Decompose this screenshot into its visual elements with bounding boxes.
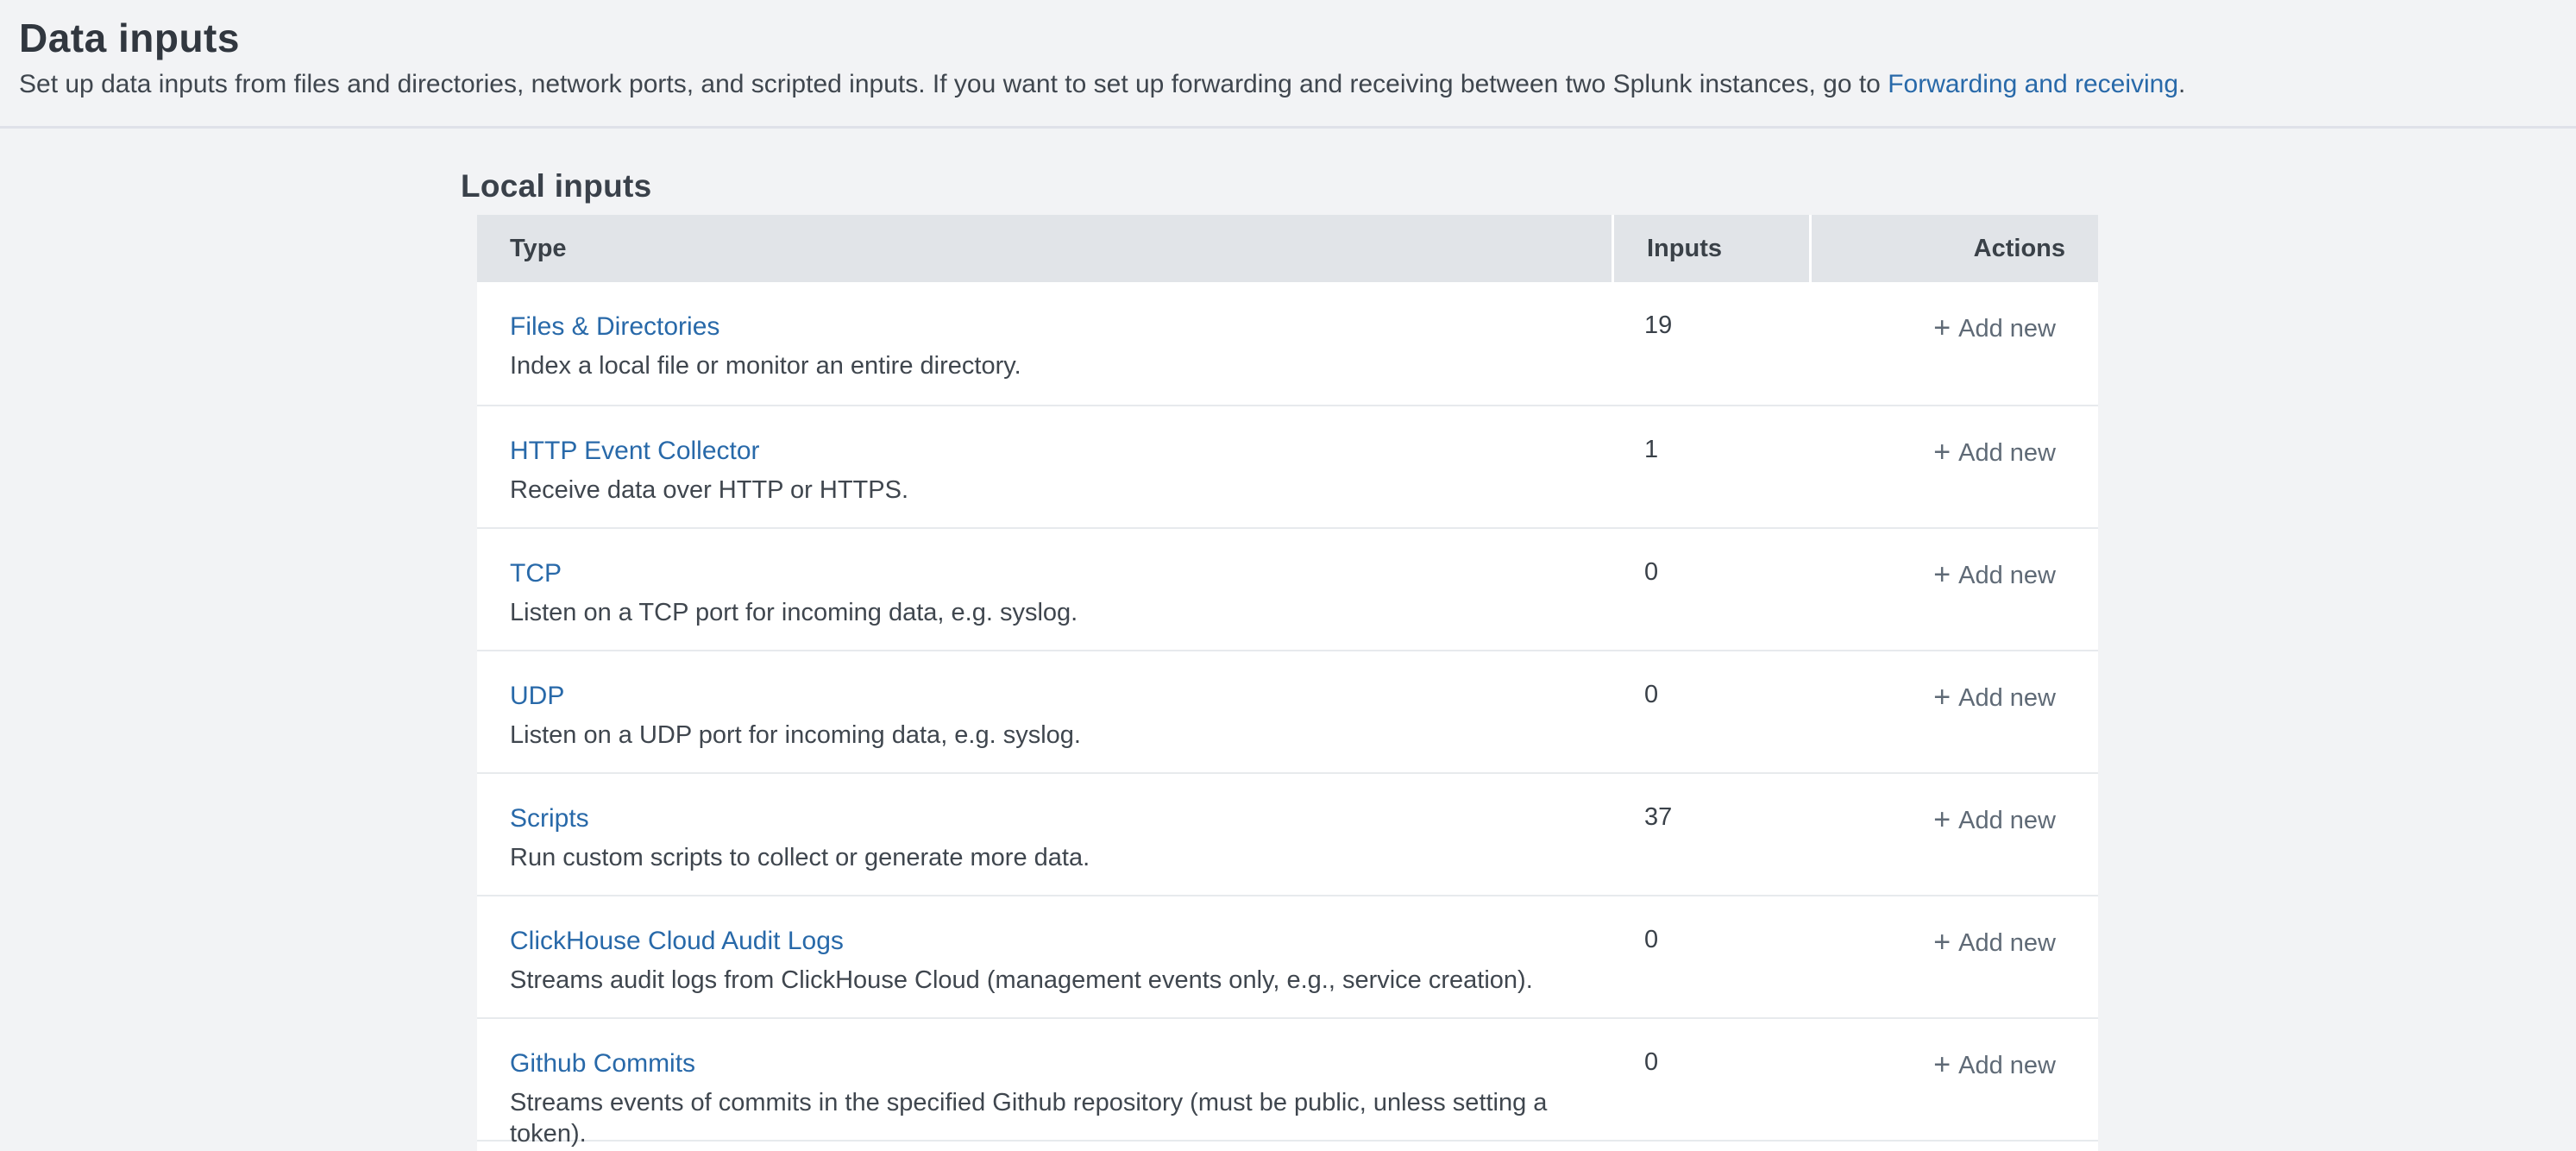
add-new-label: Add new	[1958, 1052, 2056, 1079]
add-new-link[interactable]: +Add new	[1933, 315, 2056, 343]
input-type-link[interactable]: ClickHouse Cloud Audit Logs	[510, 925, 844, 958]
table-body: Files & Directories Index a local file o…	[477, 282, 2098, 1151]
plus-icon: +	[1933, 558, 1951, 591]
input-type-description: Streams audit logs from ClickHouse Cloud…	[510, 965, 1612, 996]
section-title-local-inputs: Local inputs	[461, 167, 2098, 206]
plus-icon: +	[1933, 1048, 1951, 1081]
table-row: Files & Directories Index a local file o…	[477, 282, 2098, 405]
plus-icon: +	[1933, 311, 1951, 344]
type-cell: UDP Listen on a UDP port for incoming da…	[477, 651, 1612, 772]
input-type-description: Streams events of commits in the specifi…	[510, 1087, 1612, 1149]
plus-icon: +	[1933, 926, 1951, 959]
input-type-link[interactable]: UDP	[510, 680, 564, 713]
table-row: UDP Listen on a UDP port for incoming da…	[477, 650, 2098, 772]
add-new-link[interactable]: +Add new	[1933, 562, 2056, 589]
table-row: TCP Listen on a TCP port for incoming da…	[477, 527, 2098, 650]
type-cell: TCP Listen on a TCP port for incoming da…	[477, 529, 1612, 650]
plus-icon: +	[1933, 681, 1951, 714]
type-cell: Files & Directories Index a local file o…	[477, 282, 1612, 405]
page-title: Data inputs	[19, 14, 2555, 62]
add-new-link[interactable]: +Add new	[1933, 807, 2056, 834]
input-type-description: Listen on a TCP port for incoming data, …	[510, 597, 1612, 628]
plus-icon: +	[1933, 803, 1951, 836]
input-type-link[interactable]: Github Commits	[510, 1047, 695, 1080]
actions-cell: +Add new	[1806, 651, 2098, 772]
subtitle-period: .	[2178, 70, 2185, 98]
input-type-description: Listen on a UDP port for incoming data, …	[510, 720, 1612, 751]
type-cell: ClickHouse Cloud Audit Logs Streams audi…	[477, 896, 1612, 1017]
table-row: Scripts Run custom scripts to collect or…	[477, 772, 2098, 895]
type-cell: Scripts Run custom scripts to collect or…	[477, 774, 1612, 895]
table-row: ClickHouse Cloud Audit Logs Streams audi…	[477, 895, 2098, 1017]
add-new-label: Add new	[1958, 315, 2056, 343]
add-new-link[interactable]: +Add new	[1933, 684, 2056, 712]
input-type-link[interactable]: Files & Directories	[510, 311, 719, 343]
page-subtitle: Set up data inputs from files and direct…	[19, 69, 2555, 100]
add-new-link[interactable]: +Add new	[1933, 929, 2056, 957]
inputs-count: 0	[1612, 1019, 1806, 1140]
input-type-link[interactable]: HTTP Event Collector	[510, 435, 760, 468]
actions-cell: + Add new	[1806, 774, 2098, 895]
inputs-count: 0	[1612, 651, 1806, 772]
forwarding-and-receiving-link[interactable]: Forwarding and receiving	[1888, 70, 2178, 98]
add-new-label: Add new	[1958, 562, 2056, 589]
add-new-label: Add new	[1958, 684, 2056, 712]
inputs-count: 1	[1612, 406, 1806, 527]
actions-cell: +Add new	[1806, 406, 2098, 527]
actions-cell: +Add new	[1806, 282, 2098, 405]
inputs-count: 37	[1612, 774, 1806, 895]
page-header: Data inputs Set up data inputs from file…	[0, 0, 2576, 100]
column-header-type: Type	[477, 215, 1612, 282]
plus-icon: +	[1933, 436, 1951, 469]
input-type-description: Index a local file or monitor an entire …	[510, 350, 1612, 381]
input-type-description: Receive data over HTTP or HTTPS.	[510, 475, 1612, 506]
column-header-actions: Actions	[1812, 215, 2098, 282]
add-new-label: Add new	[1958, 439, 2056, 467]
actions-cell: + Add new	[1806, 529, 2098, 650]
table-row: HTTP Event Collector Receive data over H…	[477, 405, 2098, 527]
add-new-label: Add new	[1958, 807, 2056, 834]
inputs-count: 19	[1612, 282, 1806, 405]
table-header-row: Type Inputs Actions	[477, 215, 2098, 282]
local-inputs-table: Type Inputs Actions Files & Directories …	[477, 215, 2098, 1151]
add-new-link[interactable]: +Add new	[1933, 1052, 2056, 1079]
add-new-link[interactable]: +Add new	[1933, 439, 2056, 467]
subtitle-text: Set up data inputs from files and direct…	[19, 70, 1888, 98]
input-type-description: Run custom scripts to collect or generat…	[510, 842, 1612, 873]
table-row: Github Commits Streams events of commits…	[477, 1017, 2098, 1140]
header-divider	[0, 126, 2576, 129]
type-cell: Github Commits Streams events of commits…	[477, 1019, 1612, 1140]
input-type-link[interactable]: TCP	[510, 557, 562, 590]
column-header-inputs: Inputs	[1614, 215, 1809, 282]
inputs-count: 0	[1612, 529, 1806, 650]
add-new-label: Add new	[1958, 929, 2056, 957]
inputs-count: 0	[1612, 896, 1806, 1017]
main-content: Local inputs Type Inputs Actions Files &…	[477, 167, 2098, 1151]
actions-cell: + Add new	[1806, 1019, 2098, 1140]
actions-cell: +Add new	[1806, 896, 2098, 1017]
input-type-link[interactable]: Scripts	[510, 802, 589, 835]
type-cell: HTTP Event Collector Receive data over H…	[477, 406, 1612, 527]
